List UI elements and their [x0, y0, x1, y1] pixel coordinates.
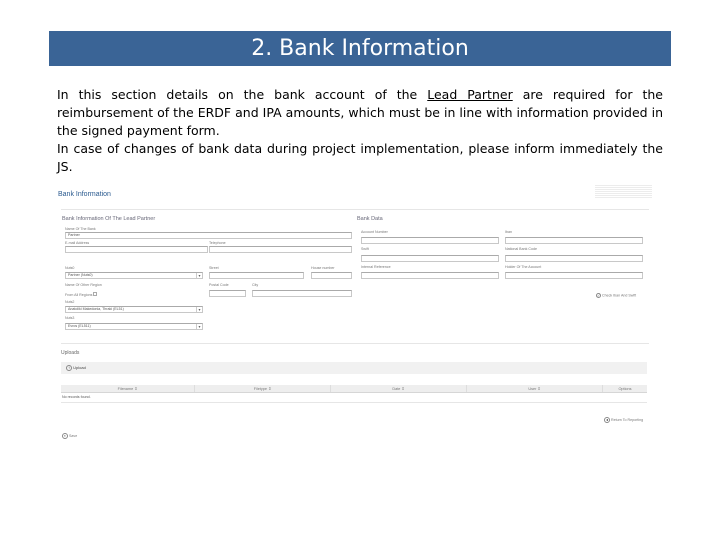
from-all-regions-label: From All Regions	[65, 292, 98, 297]
return-to-reporting-label: Return To Reporting	[611, 417, 644, 422]
column-filename[interactable]: Filename ⇕	[61, 385, 195, 392]
column-options: Options	[618, 387, 632, 391]
nuts3-label: Nuts3	[65, 316, 75, 320]
lead-partner-term: Lead Partner	[427, 87, 513, 102]
slide-title: 2. Bank Information	[49, 31, 671, 66]
iban-label: Iban	[505, 230, 512, 234]
account-number-label: Account Number	[361, 230, 388, 234]
internal-reference-input[interactable]	[361, 272, 499, 279]
bank-data-heading: Bank Data	[357, 216, 383, 222]
save-label: Save	[69, 433, 78, 438]
column-user[interactable]: User ⇕	[467, 385, 603, 392]
return-icon: ◂	[604, 417, 610, 423]
uploads-table-header: Filename ⇕ Filetype ⇕ Date ⇕ User ⇕ Opti…	[61, 385, 647, 393]
email-input[interactable]	[65, 246, 208, 253]
bank-name-label: Name Of The Bank	[65, 227, 96, 231]
column-filetype[interactable]: Filetype ⇕	[195, 385, 331, 392]
check-icon: ✓	[596, 293, 601, 298]
national-bank-code-label: National Bank Code	[505, 247, 537, 251]
postal-code-input[interactable]	[209, 290, 246, 297]
dropdown-icon: ▾	[196, 273, 202, 278]
intro-paragraph-1: In this section details on the bank acco…	[57, 86, 663, 140]
nuts2-label: Nuts2	[65, 300, 75, 304]
swift-input[interactable]	[361, 255, 499, 262]
form-page-title: Bank Information	[58, 191, 111, 198]
upload-button[interactable]: ↑ Upload	[66, 365, 86, 371]
telephone-label: Telephone	[209, 241, 226, 245]
check-iban-swift-label: Check Iban And Swift	[602, 293, 637, 298]
divider	[61, 343, 649, 344]
nuts0-value: Partner (Nuts0)	[68, 273, 93, 277]
postal-code-label: Postal Code	[209, 283, 229, 287]
save-button[interactable]: ▪ Save	[62, 433, 77, 439]
street-input[interactable]	[209, 272, 304, 279]
national-bank-code-input[interactable]	[505, 255, 643, 262]
nuts3-select[interactable]: Evros (EL511) ▾	[65, 323, 203, 330]
upload-toolbar: ↑ Upload	[61, 362, 647, 374]
dropdown-icon: ▾	[196, 324, 202, 329]
check-iban-swift[interactable]: ✓ Check Iban And Swift	[596, 293, 636, 298]
bank-name-input[interactable]: Partner	[65, 232, 352, 239]
nuts2-value: Anatoliki Makedonia, Thraki (EL51)	[68, 307, 124, 311]
upload-button-label: Upload	[73, 365, 86, 371]
city-label: City	[252, 283, 259, 287]
intro-text: In this section details on the bank acco…	[57, 86, 663, 176]
nuts0-select[interactable]: Partner (Nuts0) ▾	[65, 272, 203, 279]
nuts2-select[interactable]: Anatoliki Makedonia, Thraki (EL51) ▾	[65, 306, 203, 313]
holder-input[interactable]	[505, 272, 643, 279]
other-region-label: Name Of Other Region	[65, 283, 102, 287]
internal-reference-label: Internal Reference	[361, 265, 391, 269]
uploads-heading: Uploads	[61, 350, 80, 356]
holder-label: Holder Of The Account	[505, 265, 542, 269]
bank-information-form-screenshot: Bank Information Bank Information Of The…	[55, 180, 655, 450]
lead-partner-heading: Bank Information Of The Lead Partner	[62, 216, 156, 222]
upload-icon: ↑	[66, 365, 72, 371]
account-number-input[interactable]	[361, 237, 499, 244]
iban-input[interactable]	[505, 237, 643, 244]
email-label: E-mail Address	[65, 241, 90, 245]
return-to-reporting-button[interactable]: ◂ Return To Reporting	[604, 417, 643, 423]
divider	[61, 209, 649, 210]
from-all-regions-checkbox[interactable]	[93, 292, 98, 296]
intro-paragraph-2: In case of changes of bank data during p…	[57, 141, 663, 174]
telephone-input[interactable]	[209, 246, 352, 253]
intro-text-start: In this section details on the bank acco…	[57, 87, 428, 102]
street-label: Street	[209, 266, 219, 270]
divider	[61, 402, 647, 403]
nuts3-value: Evros (EL511)	[68, 324, 91, 328]
swift-label: Swift	[361, 247, 369, 251]
column-date[interactable]: Date ⇕	[331, 385, 467, 392]
house-number-input[interactable]	[311, 272, 352, 279]
save-icon: ▪	[62, 433, 68, 439]
decorative-stripes	[595, 184, 652, 198]
empty-records-text: No records found.	[62, 395, 91, 399]
city-input[interactable]	[252, 290, 352, 297]
from-all-regions-text: From All Regions	[65, 293, 93, 297]
nuts0-label: Nuts0	[65, 266, 75, 270]
dropdown-icon: ▾	[196, 307, 202, 312]
house-number-label: House number	[311, 266, 335, 270]
